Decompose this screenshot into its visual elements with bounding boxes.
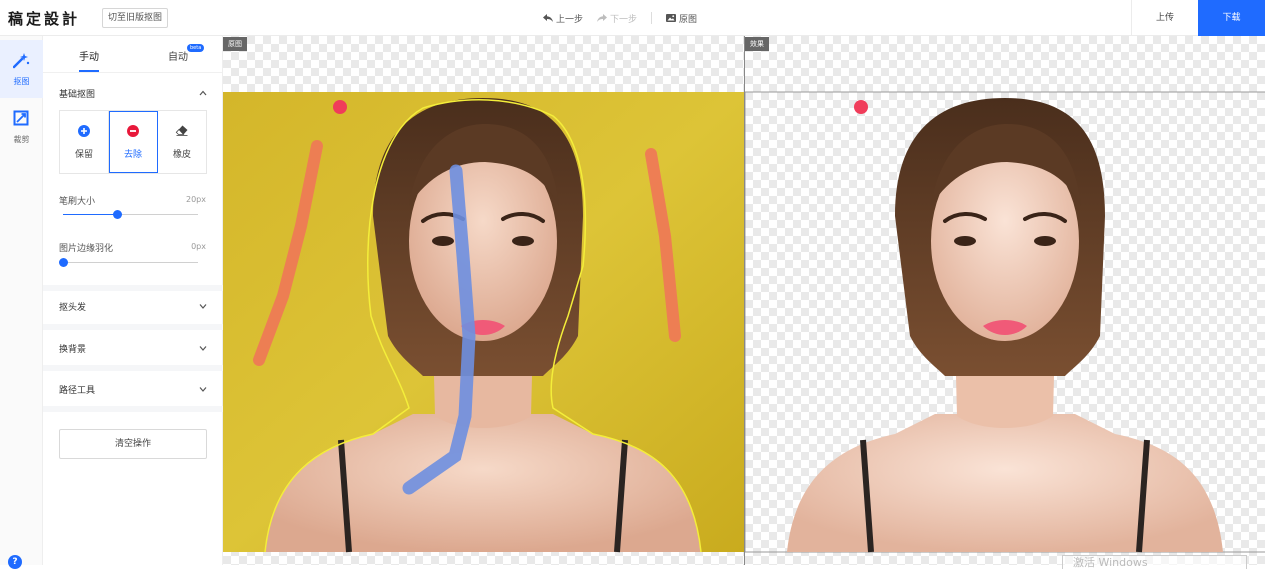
eraser-icon [175, 125, 188, 136]
redo-label: 下一步 [610, 14, 638, 25]
mode-remove-button[interactable]: 去除 [109, 111, 158, 173]
windows-activation-watermark: 激活 Windows [1062, 555, 1247, 569]
section-title: 抠头发 [59, 303, 87, 313]
section-divider [43, 406, 223, 412]
history-toolbar: 上一步 下一步 原图 [543, 10, 711, 26]
mode-label: 保留 [74, 150, 93, 160]
result-photo[interactable] [745, 36, 1265, 565]
undo-label: 上一步 [556, 14, 584, 25]
original-photo[interactable] [223, 36, 744, 565]
mode-label: 去除 [123, 150, 142, 160]
feather-value: 0px [191, 242, 206, 251]
tool-rail: 抠图 裁剪 [0, 36, 43, 565]
section-basic-cutout[interactable]: 基础抠图 [59, 87, 207, 101]
subject-eye-left [954, 236, 976, 246]
beta-badge: beta [187, 44, 205, 52]
section-title: 路径工具 [59, 386, 96, 396]
image-icon [666, 14, 677, 22]
brush-size-label: 笔刷大小 [59, 197, 96, 207]
tab-manual[interactable]: 手动 [79, 48, 99, 63]
minus-circle-icon [127, 125, 139, 137]
toolbar-divider [651, 12, 653, 24]
section-change-background[interactable]: 换背景 [59, 342, 207, 356]
result-tag: 效果 [745, 37, 769, 51]
rail-item-cutout[interactable]: 抠图 [0, 40, 43, 98]
rail-item-label: 抠图 [13, 77, 30, 86]
section-title: 基础抠图 [59, 90, 96, 100]
magic-wand-icon [13, 53, 30, 69]
app-logo[interactable]: 稿定設計 [8, 8, 80, 29]
redo-button[interactable]: 下一步 [597, 12, 637, 25]
chevron-down-icon [199, 304, 207, 309]
result-canvas[interactable]: 效果 [744, 36, 1265, 565]
section-divider [43, 324, 223, 330]
section-divider [43, 365, 223, 371]
rail-item-crop[interactable]: 裁剪 [0, 98, 43, 156]
tab-auto[interactable]: 自动 [168, 48, 188, 63]
feather-slider[interactable] [59, 258, 198, 267]
feather-label: 图片边缘羽化 [59, 244, 114, 254]
brush-size-slider[interactable] [63, 210, 198, 219]
download-button[interactable]: 下载 [1198, 0, 1265, 36]
subject-eye-left [432, 236, 454, 246]
active-tab-indicator [79, 70, 99, 72]
mode-eraser-button[interactable]: 橡皮 [158, 111, 206, 173]
chevron-down-icon [199, 387, 207, 392]
brush-mode-group: 保留 去除 橡皮 [59, 110, 207, 174]
mode-keep-button[interactable]: 保留 [60, 111, 109, 173]
mode-label: 橡皮 [172, 150, 191, 160]
section-title: 换背景 [59, 345, 87, 355]
section-divider [43, 285, 223, 291]
slider-handle[interactable] [113, 210, 122, 219]
brush-size-value: 20px [186, 195, 206, 204]
crop-icon [13, 110, 29, 126]
view-original-button[interactable]: 原图 [666, 12, 697, 25]
redo-icon [597, 14, 608, 22]
subject-body [787, 414, 1223, 552]
section-hair-cutout[interactable]: 抠头发 [59, 300, 207, 314]
section-path-tool[interactable]: 路径工具 [59, 383, 207, 397]
view-original-label: 原图 [679, 14, 698, 25]
upload-button[interactable]: 上传 [1131, 0, 1198, 36]
undo-icon [543, 14, 553, 22]
brush-cursor-marker [333, 100, 347, 114]
mode-tabs: 手动 自动 beta [43, 36, 222, 73]
original-tag: 原图 [223, 37, 247, 51]
slider-fill [63, 214, 117, 215]
top-bar: 稿定設計 切至旧版抠图 上一步 下一步 原图 上传 下载 [0, 0, 1265, 36]
subject-eye-right [1034, 236, 1056, 246]
original-canvas[interactable]: 原图 [223, 36, 744, 565]
settings-panel: 手动 自动 beta 基础抠图 保留 去除 橡皮 笔刷大小 20px 图片边缘羽… [43, 36, 223, 565]
chevron-down-icon [199, 346, 207, 351]
slider-handle[interactable] [59, 258, 68, 267]
help-icon[interactable]: ? [8, 555, 22, 569]
rail-item-label: 裁剪 [13, 135, 30, 144]
brush-cursor-marker [854, 100, 868, 114]
switch-old-version-button[interactable]: 切至旧版抠图 [102, 8, 169, 28]
subject-eye-right [512, 236, 534, 246]
undo-button[interactable]: 上一步 [543, 12, 583, 25]
chevron-up-icon [199, 90, 207, 96]
clear-operations-button[interactable]: 清空操作 [59, 429, 207, 459]
plus-circle-icon [78, 125, 90, 137]
